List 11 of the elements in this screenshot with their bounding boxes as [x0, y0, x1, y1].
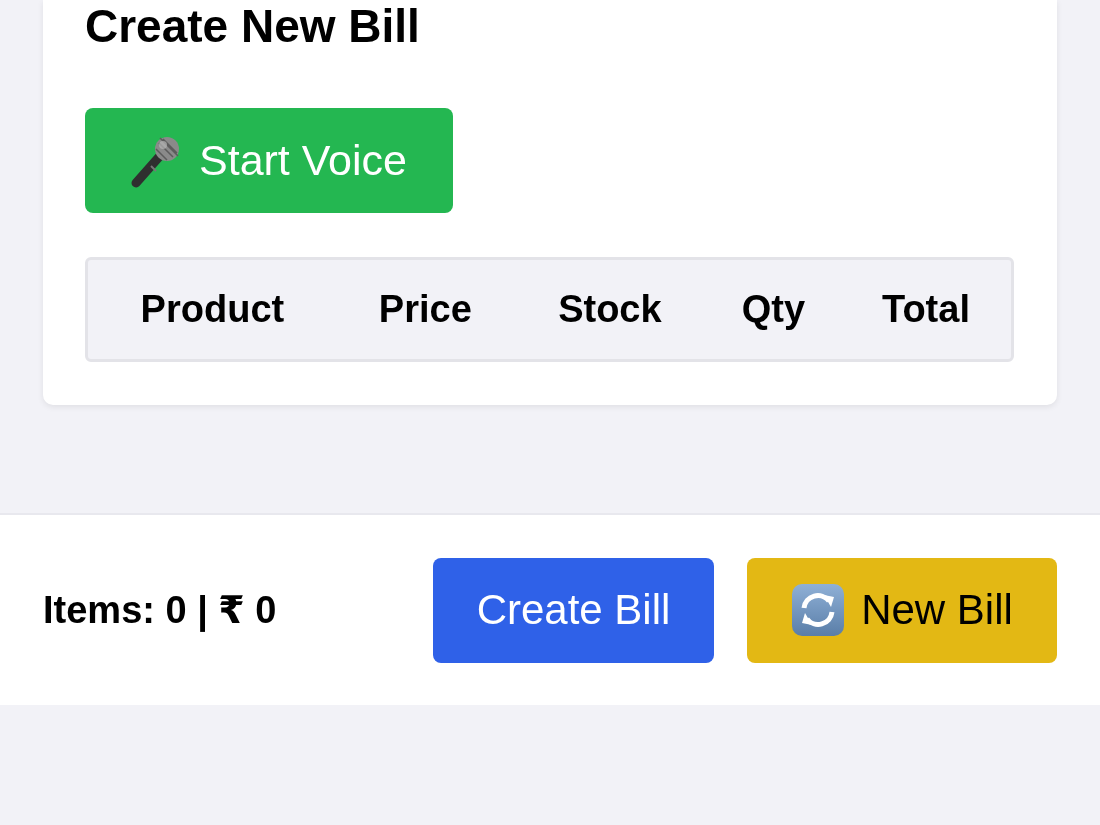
create-bill-button[interactable]: Create Bill	[433, 557, 714, 663]
column-header: Qty	[740, 287, 807, 332]
refresh-icon	[791, 583, 846, 637]
column-header: Product	[139, 287, 286, 332]
column-header: Stock	[557, 287, 663, 332]
column-header: Price	[377, 287, 473, 332]
card-title: Create New Bill	[85, 2, 420, 50]
bill-summary: Items: 0 | ₹ 0	[43, 588, 277, 632]
new-bill-button[interactable]: New Bill	[747, 557, 1057, 663]
column-header: Total	[881, 287, 971, 332]
start-voice-button[interactable]: Start Voice	[85, 108, 453, 213]
